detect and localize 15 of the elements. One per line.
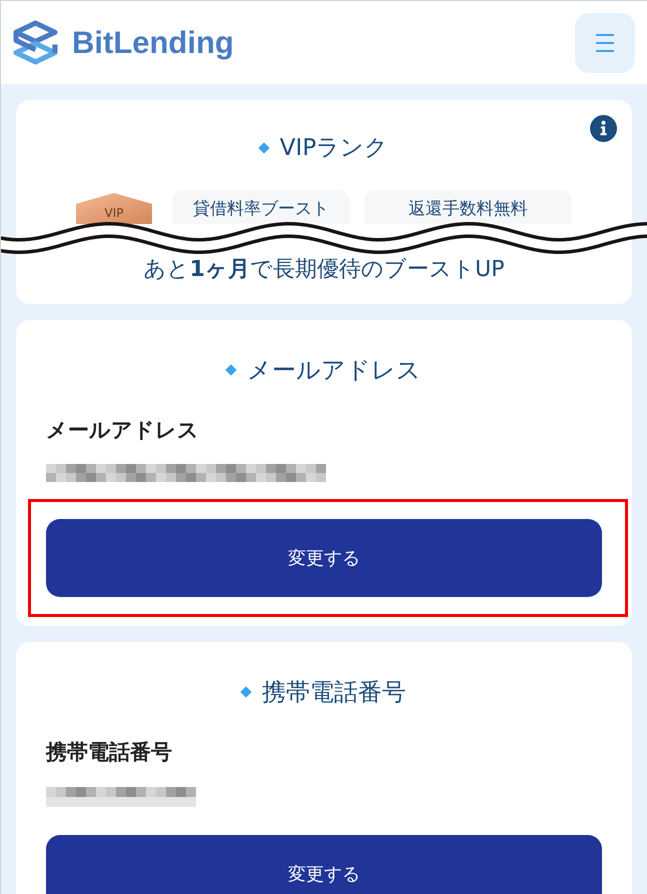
benefit-tag: 返還手数料無料 — [364, 190, 572, 224]
rank-badge: VIP — [76, 193, 152, 224]
menu-icon — [596, 32, 614, 52]
logo-wordmark: BitLending — [72, 24, 234, 60]
change-button[interactable]: 変更する — [46, 519, 602, 597]
info-icon[interactable] — [590, 115, 617, 142]
field-label: メールアドレス — [46, 417, 199, 443]
benefit-tag: 貸借料率ブースト — [172, 190, 350, 224]
menu-button[interactable] — [575, 12, 635, 72]
logo-icon — [13, 20, 58, 65]
section-title: メールアドレス — [247, 356, 421, 384]
section-title: 携帯電話番号 — [262, 678, 406, 706]
section-title: VIPランク — [280, 134, 388, 162]
field-label: 携帯電話番号 — [46, 739, 172, 765]
change-button[interactable]: 変更する — [46, 835, 602, 894]
